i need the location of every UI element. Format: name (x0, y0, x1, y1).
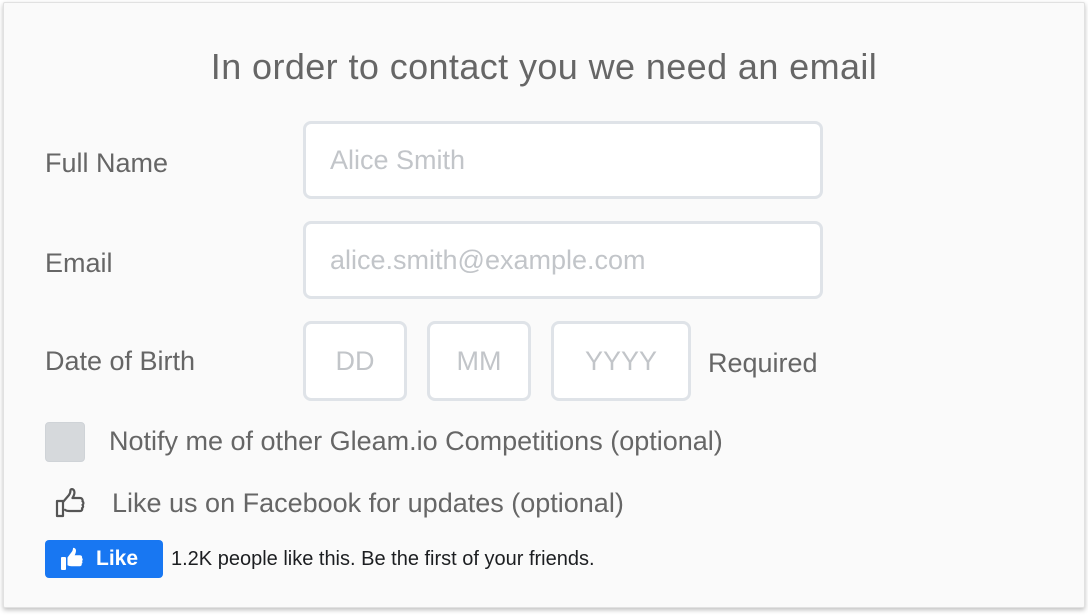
thumbs-up-icon (55, 488, 85, 518)
facebook-thumb-icon (61, 547, 83, 570)
dob-label: Date of Birth (45, 346, 196, 376)
full-name-label: Full Name (45, 148, 169, 178)
dob-day-input[interactable] (303, 321, 407, 401)
dob-month-input[interactable] (427, 321, 531, 401)
facebook-like-button-label: Like (96, 547, 139, 570)
dob-year-input[interactable] (551, 321, 691, 401)
dob-required-text: Required (708, 348, 818, 378)
notify-checkbox[interactable] (45, 422, 85, 462)
email-input[interactable] (303, 221, 823, 299)
facebook-like-button[interactable]: Like (45, 540, 163, 578)
form-title: In order to contact you we need an email (210, 46, 878, 87)
facebook-like-count: 1.2K people like this. Be the first of y… (171, 548, 595, 570)
email-label: Email (45, 248, 113, 278)
entry-form-card: In order to contact you we need an email… (3, 2, 1085, 608)
full-name-input[interactable] (303, 121, 823, 199)
notify-label[interactable]: Notify me of other Gleam.io Competitions… (109, 423, 723, 459)
facebook-like-label: Like us on Facebook for updates (optiona… (112, 488, 624, 518)
